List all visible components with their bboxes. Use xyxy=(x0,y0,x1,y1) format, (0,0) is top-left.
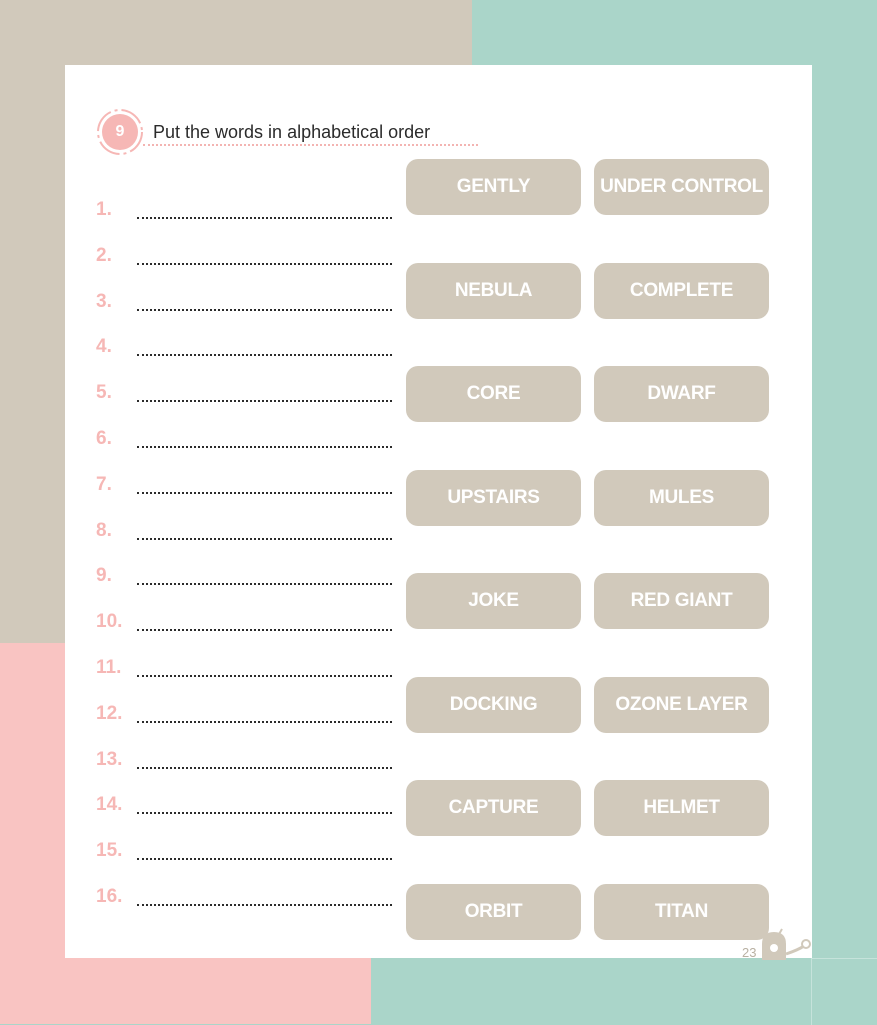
answer-line-number: 16. xyxy=(96,886,123,907)
answer-line-number: 13. xyxy=(96,748,123,770)
word-card: CORE xyxy=(406,366,581,422)
word-card: MULES xyxy=(594,469,769,526)
answer-line-number: 2. xyxy=(96,244,112,266)
exercise-instruction: Put the words in alphabetical order xyxy=(153,122,431,142)
word-card: DWARF xyxy=(594,366,769,422)
answer-line-number: 7. xyxy=(96,473,112,495)
answer-line[interactable]: 11. xyxy=(96,657,396,681)
answer-line[interactable]: 14. xyxy=(96,794,396,818)
answer-line-blank[interactable] xyxy=(137,217,392,219)
answer-line-blank[interactable] xyxy=(137,766,392,769)
answer-line-blank[interactable] xyxy=(137,354,392,357)
answer-line-blank[interactable] xyxy=(137,400,392,403)
answer-line-number: 14. xyxy=(96,794,123,816)
answer-line-number: 5. xyxy=(96,382,112,404)
answer-line-number: 3. xyxy=(96,290,112,312)
background-decoration xyxy=(811,958,877,1025)
answer-line-blank[interactable] xyxy=(137,629,392,632)
answer-line[interactable]: 7. xyxy=(96,474,396,498)
exercise-number-badge: 9 xyxy=(97,109,145,157)
answer-line-blank[interactable] xyxy=(137,537,392,540)
answer-line[interactable]: 16. xyxy=(96,886,396,910)
word-card: GENTLY xyxy=(406,159,581,215)
answer-line-blank[interactable] xyxy=(137,858,392,861)
answer-line-number: 6. xyxy=(96,428,112,449)
word-card: OZONE LAYER xyxy=(594,676,769,733)
answer-line[interactable]: 5. xyxy=(96,382,396,406)
answer-line-blank[interactable] xyxy=(137,720,392,723)
word-card: UNDER CONTROL xyxy=(594,159,769,215)
word-card: DOCKING xyxy=(406,676,581,733)
answer-line-number: 8. xyxy=(96,519,112,541)
answer-line[interactable]: 10. xyxy=(96,611,396,635)
answer-line[interactable]: 15. xyxy=(96,840,396,864)
word-card: HELMET xyxy=(594,780,769,836)
word-card: COMPLETE xyxy=(594,262,769,319)
answer-line-number: 15. xyxy=(96,840,123,862)
answer-line-blank[interactable] xyxy=(137,446,392,448)
answer-line-blank[interactable] xyxy=(137,262,392,265)
title-underline xyxy=(143,144,478,146)
word-card: JOKE xyxy=(406,573,581,629)
word-card: CAPTURE xyxy=(406,780,581,836)
answer-line-blank[interactable] xyxy=(137,812,392,815)
word-card: TITAN xyxy=(594,883,769,940)
page-number: 23 xyxy=(742,945,757,960)
word-card: RED GIANT xyxy=(594,573,769,629)
answer-line-number: 9. xyxy=(96,565,112,587)
answer-line-blank[interactable] xyxy=(137,675,392,677)
exercise-number: 9 xyxy=(115,123,125,140)
answer-line[interactable]: 1. xyxy=(96,199,396,223)
answer-line[interactable]: 12. xyxy=(96,703,396,727)
answer-line[interactable]: 3. xyxy=(96,291,396,315)
mascot-icon xyxy=(762,928,811,960)
answer-line-number: 12. xyxy=(96,702,123,724)
answer-line[interactable]: 13. xyxy=(96,749,396,773)
answer-line[interactable]: 2. xyxy=(96,245,396,269)
word-card: ORBIT xyxy=(406,883,581,940)
answer-line-number: 11. xyxy=(96,657,122,678)
answer-line[interactable]: 9. xyxy=(96,565,396,589)
answer-line-blank[interactable] xyxy=(137,904,392,906)
word-card: NEBULA xyxy=(406,262,581,319)
answer-line[interactable]: 4. xyxy=(96,336,396,360)
answer-line-blank[interactable] xyxy=(137,491,392,494)
answer-line-number: 4. xyxy=(96,336,112,358)
answer-line-blank[interactable] xyxy=(137,583,392,586)
answer-line-number: 1. xyxy=(96,199,112,220)
answer-line-blank[interactable] xyxy=(137,308,392,311)
answer-line[interactable]: 6. xyxy=(96,428,396,452)
answer-line-number: 10. xyxy=(96,611,123,633)
word-card: UPSTAIRS xyxy=(406,469,581,526)
answer-line[interactable]: 8. xyxy=(96,520,396,544)
